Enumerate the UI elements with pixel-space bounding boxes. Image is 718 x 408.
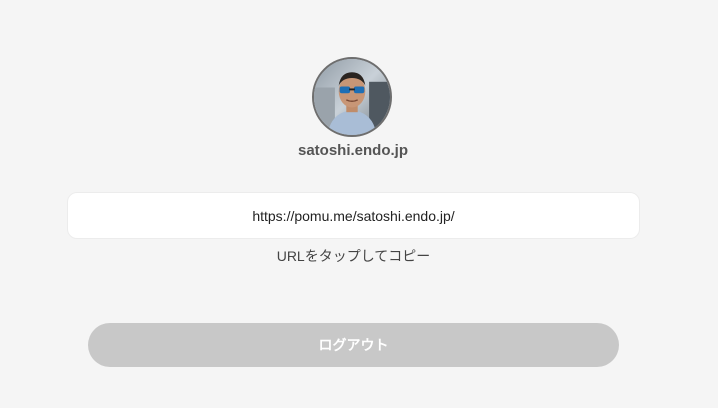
logout-button-label: ログアウト [318, 337, 389, 353]
avatar [312, 57, 392, 137]
profile-url-field[interactable]: https://pomu.me/satoshi.endo.jp/ [67, 192, 640, 239]
logout-button[interactable]: ログアウト [88, 323, 619, 367]
username: satoshi.endo.jp [297, 142, 408, 159]
copy-hint: URLをタップしてコピー [276, 248, 431, 264]
profile-url-text[interactable]: https://pomu.me/satoshi.endo.jp/ [252, 208, 454, 224]
profile-photo-icon [314, 59, 390, 135]
